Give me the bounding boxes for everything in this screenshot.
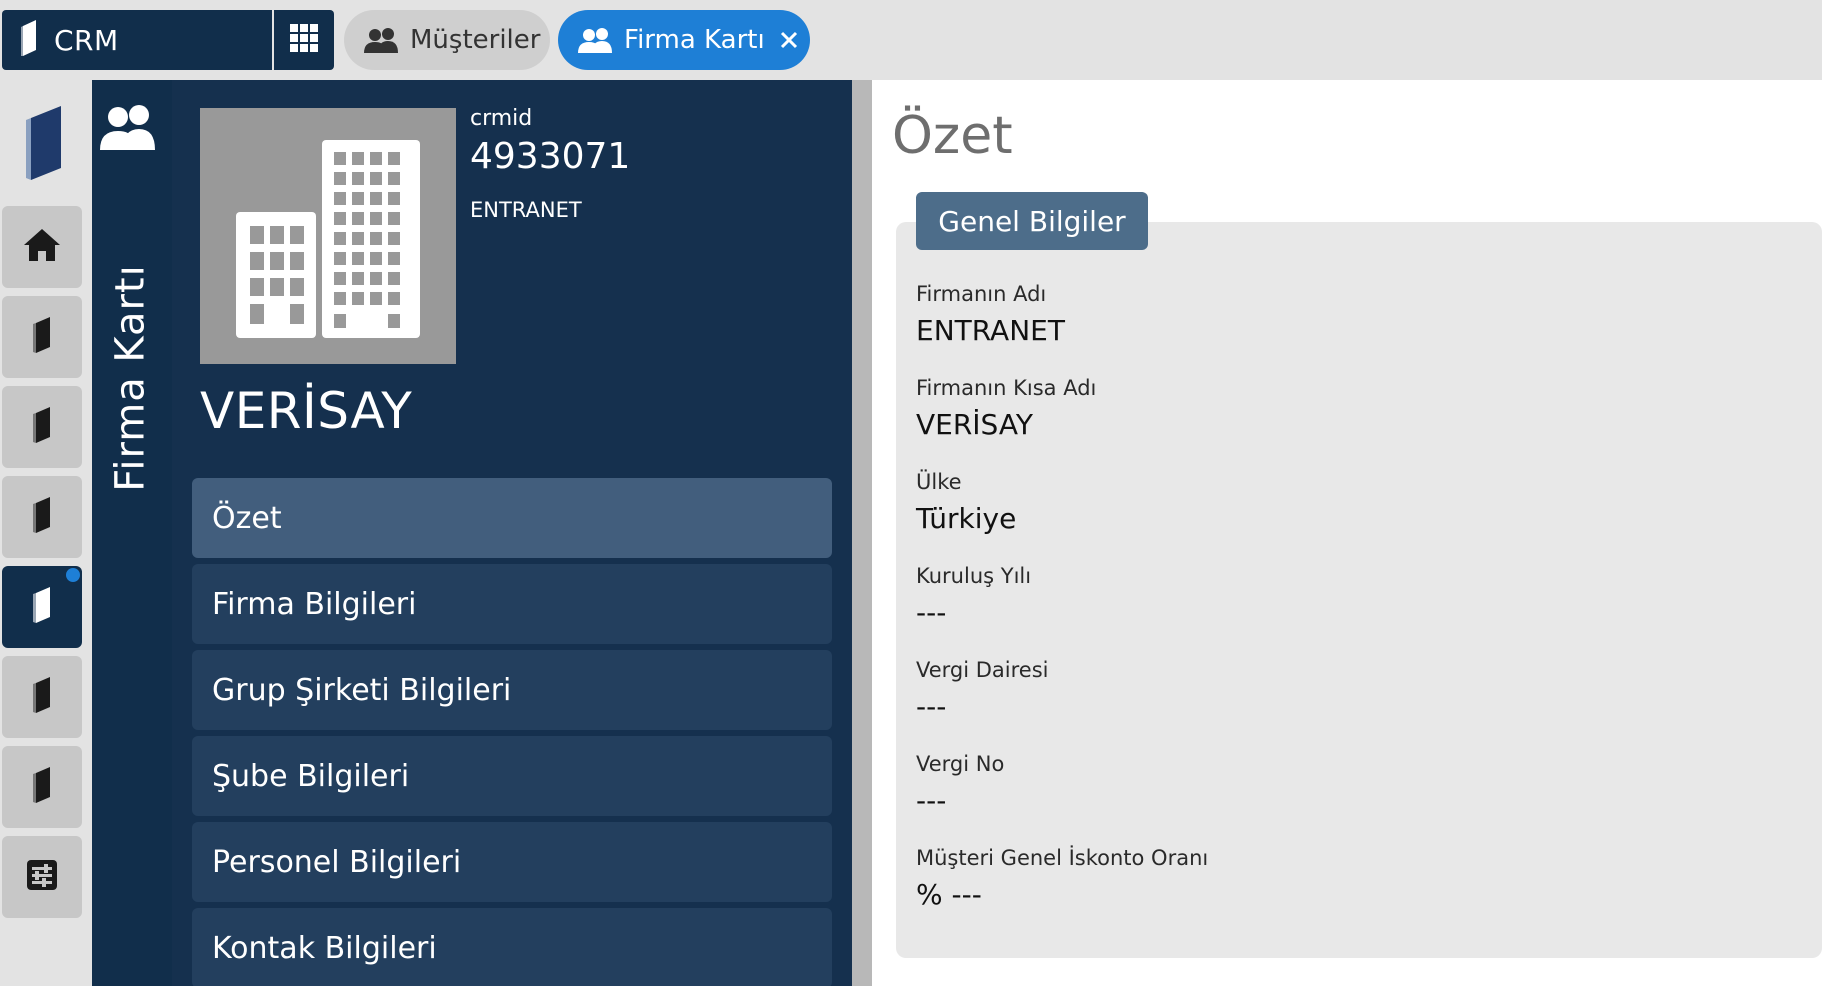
firm-name: ENTRANET <box>470 198 582 222</box>
crmid-label: crmid <box>470 106 533 131</box>
field-value: ENTRANET <box>916 314 1065 347</box>
field-value: Türkiye <box>916 502 1017 535</box>
section-tab-genel-bilgiler[interactable]: Genel Bilgiler <box>916 192 1148 250</box>
company-avatar <box>200 108 456 364</box>
firm-short-name: VERİSAY <box>200 382 413 440</box>
menu-item-grup-sirketi-bilgileri[interactable]: Grup Şirketi Bilgileri <box>192 650 832 730</box>
users-icon <box>362 26 402 54</box>
rail-book-button-2[interactable] <box>2 386 82 468</box>
rail-book-button-5[interactable] <box>2 656 82 738</box>
field-list: Firmanın Adı ENTRANET Firmanın Kısa Adı … <box>916 282 1796 940</box>
main-content: Özet Genel Bilgiler Firmanın Adı ENTRANE… <box>872 80 1822 986</box>
book-icon <box>30 765 54 809</box>
app-switcher-crm[interactable]: CRM <box>2 10 272 70</box>
field-value: --- <box>916 784 947 817</box>
grid-icon <box>289 23 319 57</box>
field-vergi-dairesi: Vergi Dairesi --- <box>916 658 1796 752</box>
field-label: Kuruluş Yılı <box>916 564 1032 588</box>
field-label: Müşteri Genel İskonto Oranı <box>916 846 1209 870</box>
rail-settings-button[interactable] <box>2 836 82 918</box>
field-value: --- <box>916 690 947 723</box>
field-label: Firmanın Kısa Adı <box>916 376 1097 400</box>
rail-book-button-6[interactable] <box>2 746 82 828</box>
users-icon <box>96 102 162 156</box>
rail-book-button-1[interactable] <box>2 296 82 378</box>
field-value: --- <box>916 596 947 629</box>
field-kurulus-yili: Kuruluş Yılı --- <box>916 564 1796 658</box>
field-ulke: Ülke Türkiye <box>916 470 1796 564</box>
app-logo <box>2 94 84 194</box>
book-icon <box>30 495 54 539</box>
home-icon <box>22 227 62 267</box>
field-label: Firmanın Adı <box>916 282 1047 306</box>
menu-item-personel-bilgileri[interactable]: Personel Bilgileri <box>192 822 832 902</box>
page-title: Özet <box>892 106 1013 166</box>
field-value: % --- <box>916 878 982 911</box>
settings-sliders-icon <box>26 859 58 895</box>
field-firma-adi: Firmanın Adı ENTRANET <box>916 282 1796 376</box>
book-icon <box>30 315 54 359</box>
field-label: Vergi No <box>916 752 1005 776</box>
crmid-value: 4933071 <box>470 136 631 177</box>
book-icon <box>21 102 65 186</box>
field-iskonto-orani: Müşteri Genel İskonto Oranı % --- <box>916 846 1796 940</box>
book-icon <box>30 405 54 449</box>
menu-item-kontak-bilgileri[interactable]: Kontak Bilgileri <box>192 908 832 986</box>
tab-label: Müşteriler <box>410 25 541 55</box>
field-label: Ülke <box>916 470 962 494</box>
field-value: VERİSAY <box>916 408 1033 441</box>
rail-home-button[interactable] <box>2 206 82 288</box>
book-icon <box>18 18 40 62</box>
building-icon <box>200 140 456 368</box>
field-label: Vergi Dairesi <box>916 658 1049 682</box>
close-icon[interactable] <box>779 30 799 50</box>
field-firma-kisa-adi: Firmanın Kısa Adı VERİSAY <box>916 376 1796 470</box>
firm-nav-panel: crmid 4933071 ENTRANET VERİSAY Özet Firm… <box>172 80 852 986</box>
book-icon <box>30 585 54 629</box>
tab-label: Firma Kartı <box>624 25 765 55</box>
icon-rail <box>0 80 92 986</box>
apps-grid-button[interactable] <box>274 10 334 70</box>
users-icon <box>576 26 616 54</box>
panel-scrollbar[interactable] <box>852 80 872 986</box>
top-bar: CRM Müşteriler Firma Kartı <box>0 0 1822 80</box>
rail-book-button-active[interactable] <box>2 566 82 648</box>
book-icon <box>30 675 54 719</box>
field-vergi-no: Vergi No --- <box>916 752 1796 846</box>
menu-item-sube-bilgileri[interactable]: Şube Bilgileri <box>192 736 832 816</box>
section-strip: Firma Kartı <box>92 80 172 986</box>
menu-item-firma-bilgileri[interactable]: Firma Bilgileri <box>192 564 832 644</box>
tab-firma-karti[interactable]: Firma Kartı <box>558 10 810 70</box>
rail-book-button-3[interactable] <box>2 476 82 558</box>
menu-item-ozet[interactable]: Özet <box>192 478 832 558</box>
notification-dot <box>66 568 80 582</box>
firm-menu: Özet Firma Bilgileri Grup Şirketi Bilgil… <box>192 478 832 986</box>
tab-musteriler[interactable]: Müşteriler <box>344 10 550 70</box>
vertical-section-title: Firma Kartı <box>108 264 154 492</box>
app-name: CRM <box>54 23 119 57</box>
